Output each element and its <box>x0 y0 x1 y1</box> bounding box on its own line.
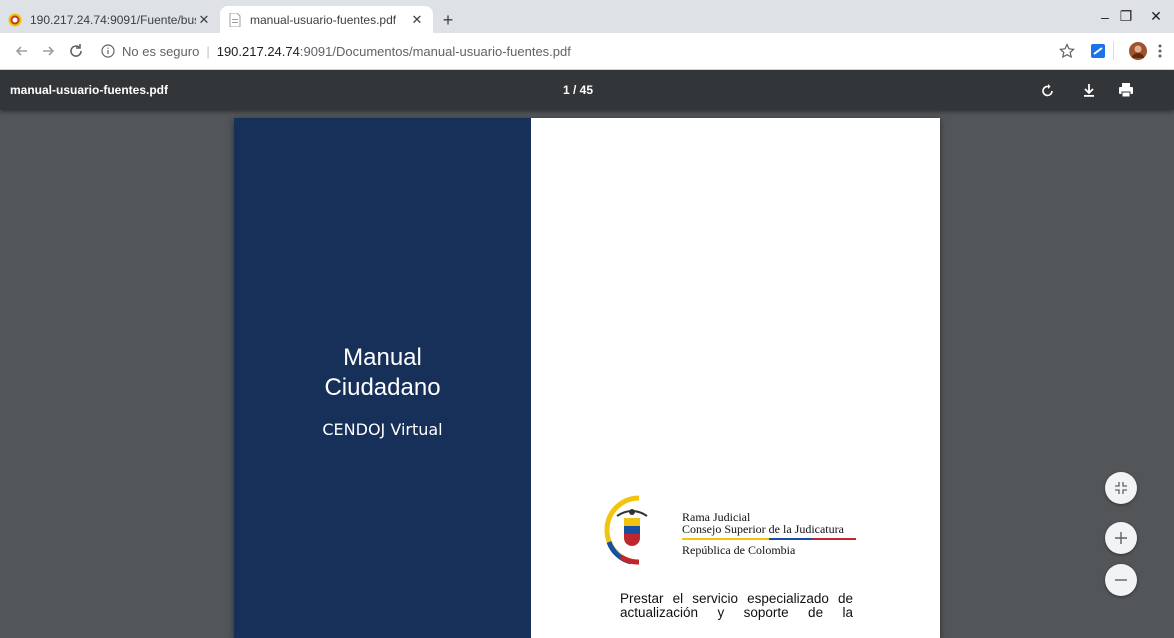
browser-toolbar: No es seguro | 190.217.24.74 :9091/Docum… <box>0 33 1174 70</box>
extension-icon[interactable] <box>1086 39 1110 63</box>
tab-title: 190.217.24.74:9091/Fuente/busc <box>30 12 196 27</box>
tab-strip: 190.217.24.74:9091/Fuente/busc ✕ manual-… <box>0 0 1174 33</box>
paragraph-line: actualización y soporte de la <box>620 605 853 620</box>
fit-to-page-icon <box>1115 482 1127 494</box>
tab-fuente-busqueda[interactable]: 190.217.24.74:9091/Fuente/busc ✕ <box>0 6 220 33</box>
bookmark-star-icon[interactable] <box>1055 39 1079 63</box>
security-status: No es seguro <box>122 43 200 59</box>
coat-of-arms-logo-icon <box>599 494 665 566</box>
zoom-in-button[interactable] <box>1105 522 1137 554</box>
org-country: República de Colombia <box>682 543 796 557</box>
profile-avatar-icon[interactable] <box>1126 39 1150 63</box>
forward-arrow-icon[interactable] <box>36 39 60 63</box>
cover-subtitle: CENDOJ Virtual <box>322 420 443 439</box>
site-favicon-icon <box>8 13 22 27</box>
plus-icon <box>1115 532 1127 544</box>
print-icon[interactable] <box>1114 78 1138 102</box>
rotate-icon[interactable] <box>1036 78 1060 102</box>
page-indicator[interactable]: 1 / 45 <box>563 70 593 110</box>
zoom-out-button[interactable] <box>1105 564 1137 596</box>
new-tab-button[interactable]: + <box>437 9 459 31</box>
address-bar[interactable]: No es seguro | 190.217.24.74 :9091/Docum… <box>100 37 1050 65</box>
tab-close-icon[interactable]: ✕ <box>409 12 425 28</box>
download-icon[interactable] <box>1077 78 1101 102</box>
pdf-toolbar: manual-usuario-fuentes.pdf 1 / 45 <box>0 70 1174 110</box>
tab-manual-pdf[interactable]: manual-usuario-fuentes.pdf ✕ <box>220 6 433 33</box>
flag-color-line <box>682 538 856 540</box>
tab-title: manual-usuario-fuentes.pdf <box>250 12 397 27</box>
menu-kebab-icon[interactable] <box>1152 39 1168 63</box>
close-window-button[interactable]: ✕ <box>1138 0 1174 33</box>
pdf-filename: manual-usuario-fuentes.pdf <box>10 83 169 97</box>
pdf-page: Manual Ciudadano CENDOJ Virtual Rama Jud… <box>234 118 940 638</box>
cover-title-line1: Manual <box>343 344 422 371</box>
org-council: Consejo Superior de la Judicatura <box>682 522 844 536</box>
divider <box>1112 39 1114 63</box>
paragraph-line: Prestar el servicio especializado de <box>620 591 853 606</box>
back-arrow-icon[interactable] <box>10 39 34 63</box>
organization-block: Rama Judicial Consejo Superior de la Jud… <box>682 511 856 556</box>
reload-icon[interactable] <box>64 39 88 63</box>
info-icon[interactable] <box>100 43 116 59</box>
intro-paragraph: Prestar el servicio especializado de act… <box>620 592 853 620</box>
pdf-file-icon <box>228 12 242 27</box>
divider: | <box>206 43 210 59</box>
tab-close-icon[interactable]: ✕ <box>196 12 212 28</box>
restore-button[interactable]: ❐ <box>1115 0 1137 33</box>
minus-icon <box>1115 579 1127 581</box>
url-host: 190.217.24.74 <box>216 43 300 59</box>
url-path: :9091/Documentos/manual-usuario-fuentes.… <box>299 43 571 59</box>
fit-page-button[interactable] <box>1105 472 1137 504</box>
cover-title: Manual Ciudadano <box>234 343 531 403</box>
cover-title-line2: Ciudadano <box>324 374 441 401</box>
